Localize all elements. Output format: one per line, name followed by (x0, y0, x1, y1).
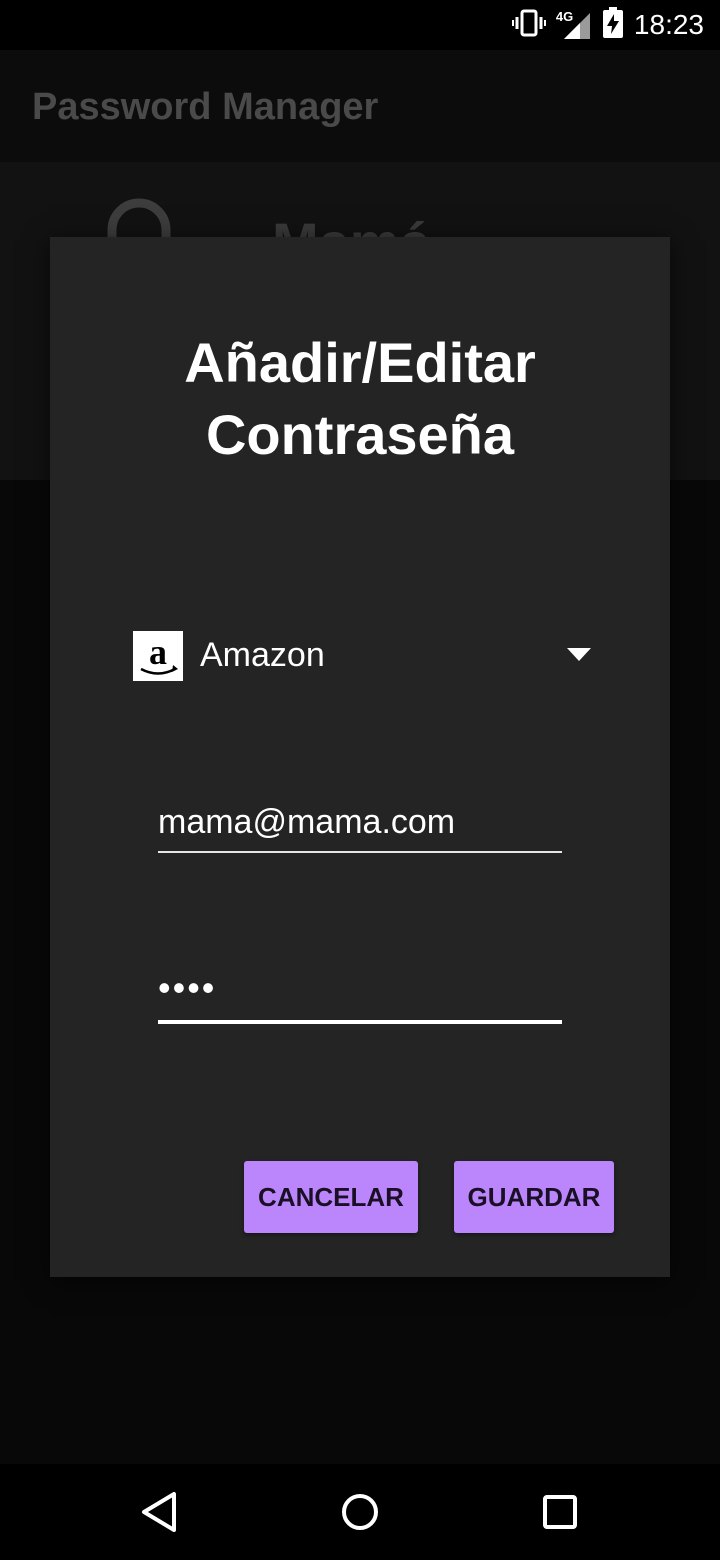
home-icon[interactable] (334, 1486, 386, 1538)
amazon-logo-icon: a (133, 631, 183, 681)
recents-icon[interactable] (534, 1486, 586, 1538)
dialog-title-line1: Añadir/Editar (184, 331, 536, 394)
service-selected-label: Amazon (200, 636, 325, 674)
app-bar: Password Manager (0, 50, 720, 162)
cancel-button[interactable]: CANCELAR (244, 1161, 418, 1233)
signal-icon: 4G (556, 9, 592, 41)
dropdown-arrow-icon (567, 648, 591, 661)
dialog-title: Añadir/Editar Contraseña (50, 327, 670, 471)
status-time: 18:23 (633, 9, 704, 40)
app-title: Password Manager (32, 86, 379, 128)
password-field[interactable]: •••• (158, 967, 562, 1024)
status-bar: 4G 18:23 (0, 0, 720, 50)
battery-charging-icon (602, 6, 624, 44)
vibrate-icon (511, 9, 546, 42)
email-value: mama@mama.com (158, 803, 456, 841)
back-icon[interactable] (134, 1486, 186, 1538)
password-value: •••• (158, 967, 217, 1008)
dialog-title-line2: Contraseña (205, 403, 515, 466)
email-field[interactable]: mama@mama.com (158, 797, 562, 853)
service-dropdown[interactable]: a Amazon (133, 630, 603, 684)
edit-password-dialog: Añadir/Editar Contraseña a Amazon mama@m… (50, 237, 670, 1277)
navigation-bar (0, 1464, 720, 1560)
status-icons: 4G 18:23 (511, 0, 704, 50)
save-button[interactable]: GUARDAR (454, 1161, 614, 1233)
svg-text:a: a (149, 632, 167, 672)
